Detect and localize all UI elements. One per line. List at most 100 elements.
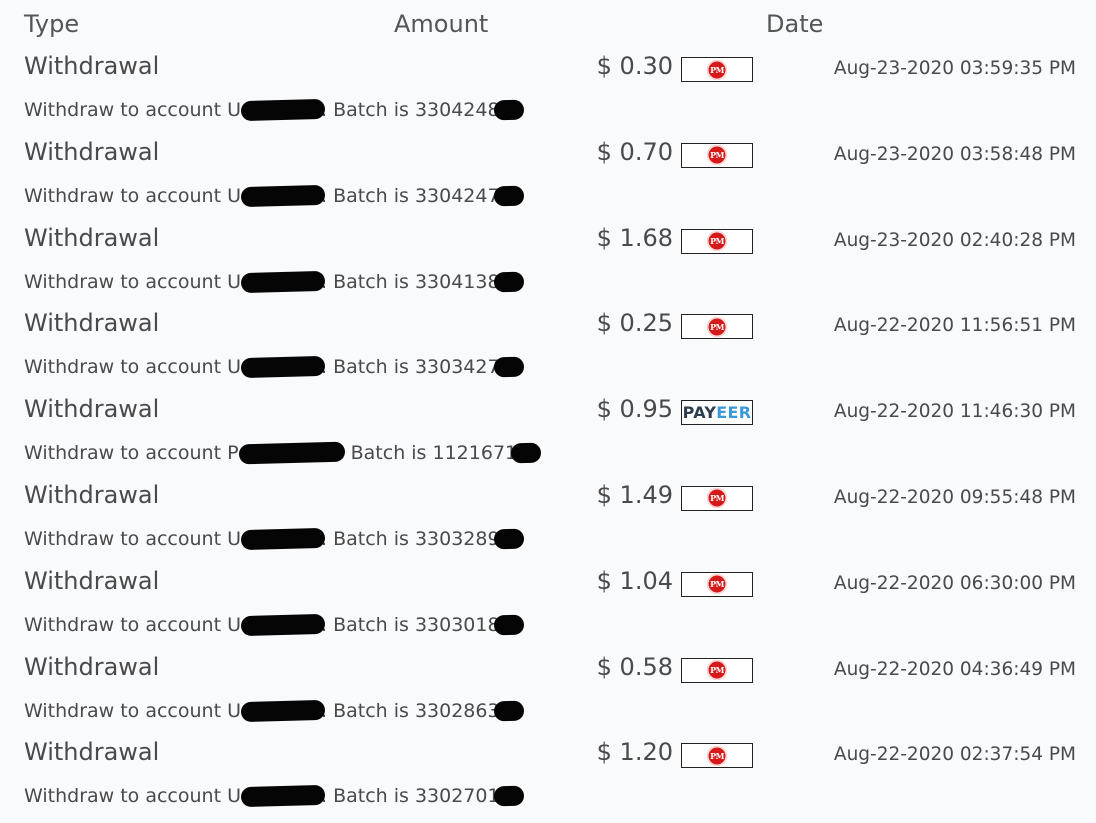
redacted-account-id bbox=[240, 699, 326, 722]
transaction-amount: $ 1.49 bbox=[596, 480, 673, 509]
transaction-amount: $ 0.30 bbox=[596, 52, 673, 80]
transaction-description: Withdraw to account U . Batch is 3303289 bbox=[24, 527, 524, 551]
perfect-money-icon: PM bbox=[707, 59, 727, 80]
description-batch: . Batch is 3302701 bbox=[321, 785, 500, 808]
transaction-row: Withdrawal $ 1.04 PM Aug-22-2020 06:30:00 P… bbox=[0, 561, 1096, 647]
perfect-money-logo: PM bbox=[681, 657, 753, 683]
transaction-type: Withdrawal bbox=[24, 223, 160, 252]
redacted-account-id bbox=[240, 356, 326, 379]
transaction-row: Withdrawal $ 1.68 PM Aug-23-2020 02:40:28 P… bbox=[0, 218, 1096, 304]
transaction-date: Aug-22-2020 11:56:51 PM bbox=[833, 315, 1076, 337]
description-prefix: Withdraw to account U bbox=[24, 527, 241, 550]
perfect-money-logo: PM bbox=[681, 485, 753, 511]
transaction-date: Aug-22-2020 09:55:48 PM bbox=[833, 486, 1076, 508]
transaction-date: Aug-23-2020 02:40:28 PM bbox=[833, 229, 1076, 251]
perfect-money-logo: PM bbox=[681, 571, 753, 597]
redacted-account-id bbox=[240, 613, 326, 636]
transaction-date: Aug-23-2020 03:58:48 PM bbox=[833, 143, 1076, 165]
redacted-account-id bbox=[240, 785, 326, 808]
perfect-money-icon: PM bbox=[707, 145, 727, 166]
redacted-batch-id bbox=[493, 614, 524, 636]
transaction-type: Withdrawal bbox=[24, 652, 160, 681]
transaction-description: Withdraw to account U . Batch is 3302863 bbox=[24, 699, 524, 722]
transaction-description: Withdraw to account U . Batch is 3304248 bbox=[24, 98, 524, 122]
redacted-batch-id bbox=[510, 442, 542, 464]
transaction-date: Aug-23-2020 03:59:35 PM bbox=[833, 58, 1076, 79]
perfect-money-icon: PM bbox=[707, 574, 727, 595]
description-prefix: Withdraw to account U bbox=[24, 785, 241, 808]
perfect-money-icon: PM bbox=[707, 231, 727, 252]
payeer-logo-eer: EER bbox=[716, 403, 752, 423]
description-prefix: Withdraw to account U bbox=[24, 99, 241, 121]
redacted-account-id bbox=[240, 184, 326, 207]
redacted-batch-id bbox=[493, 271, 524, 292]
description-prefix: Withdraw to account P bbox=[24, 442, 239, 465]
perfect-money-logo: PM bbox=[681, 743, 753, 769]
transaction-description: Withdraw to account U . Batch is 3303427 bbox=[24, 356, 524, 379]
transaction-type: Withdrawal bbox=[24, 52, 160, 80]
transaction-description: Withdraw to account U . Batch is 3304247 bbox=[24, 184, 524, 207]
description-batch: . Batch is 3303289 bbox=[321, 527, 500, 550]
description-prefix: Withdraw to account U bbox=[24, 699, 241, 722]
redacted-account-id bbox=[238, 441, 345, 465]
payeer-logo: PAYEER bbox=[681, 400, 753, 426]
description-batch: . Batch is 3303427 bbox=[321, 356, 500, 379]
transaction-row: Withdrawal $ 0.95 PAYEER Aug-22-2020 11:46:… bbox=[0, 389, 1096, 475]
description-batch: . Batch is 1121671 bbox=[338, 442, 518, 465]
transaction-type: Withdrawal bbox=[24, 395, 160, 424]
transaction-amount: $ 1.04 bbox=[596, 566, 673, 595]
redacted-batch-id bbox=[493, 99, 524, 121]
description-batch: . Batch is 3304247 bbox=[321, 184, 500, 207]
description-prefix: Withdraw to account U bbox=[24, 613, 241, 636]
perfect-money-icon: PM bbox=[707, 488, 727, 509]
description-prefix: Withdraw to account U bbox=[24, 356, 241, 379]
transaction-row: Withdrawal $ 0.58 PM Aug-22-2020 04:36:49 P… bbox=[0, 647, 1096, 733]
transaction-amount: $ 0.70 bbox=[596, 137, 673, 166]
payeer-logo-pay: PAY bbox=[682, 403, 717, 423]
transaction-type: Withdrawal bbox=[24, 738, 160, 767]
perfect-money-logo: PM bbox=[681, 142, 753, 168]
transaction-amount: $ 0.25 bbox=[596, 309, 673, 338]
perfect-money-icon: PM bbox=[707, 745, 727, 766]
column-header-amount[interactable]: Amount bbox=[394, 10, 488, 38]
transaction-description: Withdraw to account U . Batch is 3303018 bbox=[24, 613, 524, 636]
transaction-row: Withdrawal $ 1.49 PM Aug-22-2020 09:55:48 P… bbox=[0, 475, 1096, 561]
perfect-money-logo: PM bbox=[681, 57, 753, 82]
table-header: Type Amount Date bbox=[0, 0, 1096, 50]
transaction-list: Withdrawal $ 0.30 PM Aug-23-2020 03:59:35 P… bbox=[0, 46, 1096, 818]
column-header-type[interactable]: Type bbox=[24, 10, 79, 38]
redacted-batch-id bbox=[493, 185, 524, 207]
transaction-row: Withdrawal $ 0.25 PM Aug-22-2020 11:56:51 P… bbox=[0, 303, 1096, 389]
description-prefix: Withdraw to account U bbox=[24, 184, 241, 207]
transaction-amount: $ 0.58 bbox=[596, 652, 673, 681]
description-prefix: Withdraw to account U bbox=[24, 270, 241, 293]
transaction-amount: $ 0.95 bbox=[596, 395, 673, 424]
transaction-type: Withdrawal bbox=[24, 566, 160, 595]
redacted-account-id bbox=[240, 98, 326, 122]
perfect-money-icon: PM bbox=[707, 316, 727, 337]
transaction-date: Aug-22-2020 11:46:30 PM bbox=[833, 401, 1076, 423]
description-batch: . Batch is 3304248 bbox=[321, 99, 500, 121]
redacted-batch-id bbox=[493, 785, 524, 807]
transaction-amount: $ 1.68 bbox=[596, 223, 673, 252]
transaction-row: Withdrawal $ 0.30 PM Aug-23-2020 03:59:35 P… bbox=[0, 46, 1096, 132]
transaction-row: Withdrawal $ 1.20 PM Aug-22-2020 02:37:54 P… bbox=[0, 732, 1096, 818]
transaction-row: Withdrawal $ 0.70 PM Aug-23-2020 03:58:48 P… bbox=[0, 132, 1096, 218]
column-header-date[interactable]: Date bbox=[766, 10, 823, 38]
payeer-icon: PAYEER bbox=[683, 403, 752, 422]
redacted-batch-id bbox=[493, 700, 524, 721]
transaction-amount: $ 1.20 bbox=[596, 738, 673, 767]
transaction-type: Withdrawal bbox=[24, 309, 160, 338]
redacted-account-id bbox=[240, 270, 326, 293]
transaction-description: Withdraw to account U . Batch is 3304138 bbox=[24, 270, 524, 293]
transaction-type: Withdrawal bbox=[24, 480, 160, 509]
description-batch: . Batch is 3302863 bbox=[321, 699, 500, 722]
perfect-money-icon: PM bbox=[707, 660, 727, 681]
transaction-description: Withdraw to account U . Batch is 3302701 bbox=[24, 785, 524, 808]
transaction-type: Withdrawal bbox=[24, 137, 160, 166]
redacted-batch-id bbox=[493, 357, 524, 378]
transaction-date: Aug-22-2020 04:36:49 PM bbox=[833, 658, 1076, 680]
redacted-batch-id bbox=[493, 528, 524, 550]
transaction-date: Aug-22-2020 06:30:00 PM bbox=[833, 572, 1076, 594]
transaction-description: Withdraw to account P . Batch is 1121671 bbox=[24, 441, 542, 465]
